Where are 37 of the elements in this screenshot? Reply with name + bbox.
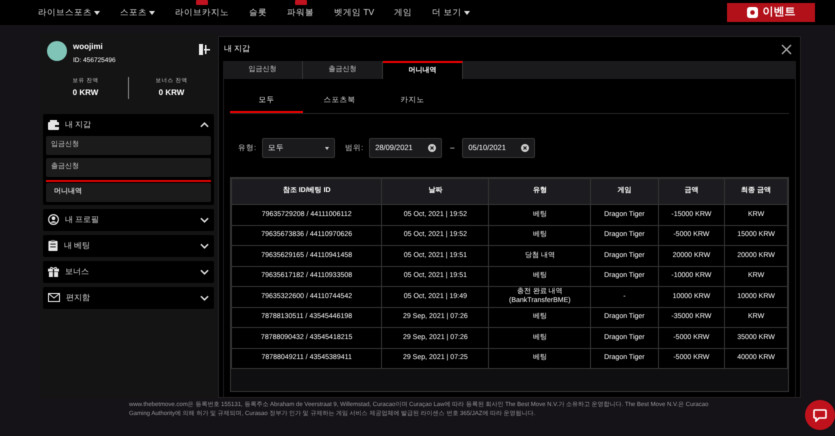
- wallet-icon: [48, 120, 59, 130]
- modal-title: 내 지갑: [224, 43, 250, 55]
- caret-icon: [325, 146, 330, 150]
- nav-link[interactable]: 스포츠: [120, 0, 155, 19]
- menu-section[interactable]: 내 프로필: [43, 208, 214, 231]
- caret-icon: [149, 10, 155, 14]
- nav-link[interactable]: 더 보기: [432, 0, 470, 19]
- clipboard-icon: [48, 240, 58, 252]
- menu-section[interactable]: 편지함: [43, 286, 214, 309]
- chevron-down-icon: [200, 242, 209, 249]
- chat-bubble-icon: [813, 408, 827, 422]
- nav-link[interactable]: 라이브스포츠: [38, 0, 100, 19]
- gift-icon: [48, 266, 59, 278]
- nav-link[interactable]: 슬롯: [249, 0, 267, 19]
- balance-value: 0 KRW: [158, 86, 184, 99]
- nav-link[interactable]: 라이브카지노: [175, 0, 229, 19]
- balance-value: 0 KRW: [72, 86, 98, 99]
- menu-section[interactable]: 보너스: [43, 260, 214, 283]
- caret-icon: [94, 10, 100, 14]
- chevron-down-icon: [200, 216, 209, 223]
- chevron-up-icon: [200, 122, 209, 128]
- username: woojimi: [73, 41, 104, 53]
- menu-section[interactable]: 내 베팅: [43, 234, 214, 257]
- caret-icon: [464, 10, 470, 14]
- clear-icon[interactable]: [521, 144, 530, 152]
- clear-icon[interactable]: [428, 144, 436, 152]
- envelope-icon: [48, 293, 60, 302]
- event-button[interactable]: 이벤트: [727, 3, 815, 22]
- chevron-down-icon: [200, 294, 209, 301]
- chat-button[interactable]: [805, 400, 835, 430]
- close-icon[interactable]: [781, 44, 792, 54]
- menu-section[interactable]: 내 지갑: [43, 114, 214, 136]
- nav-link[interactable]: 게임: [394, 0, 412, 19]
- nav-link[interactable]: 파워볼: [287, 0, 314, 19]
- user-icon: [48, 214, 59, 226]
- chevron-down-icon: [200, 268, 209, 275]
- nav-link[interactable]: 벳게임 TV: [334, 0, 374, 19]
